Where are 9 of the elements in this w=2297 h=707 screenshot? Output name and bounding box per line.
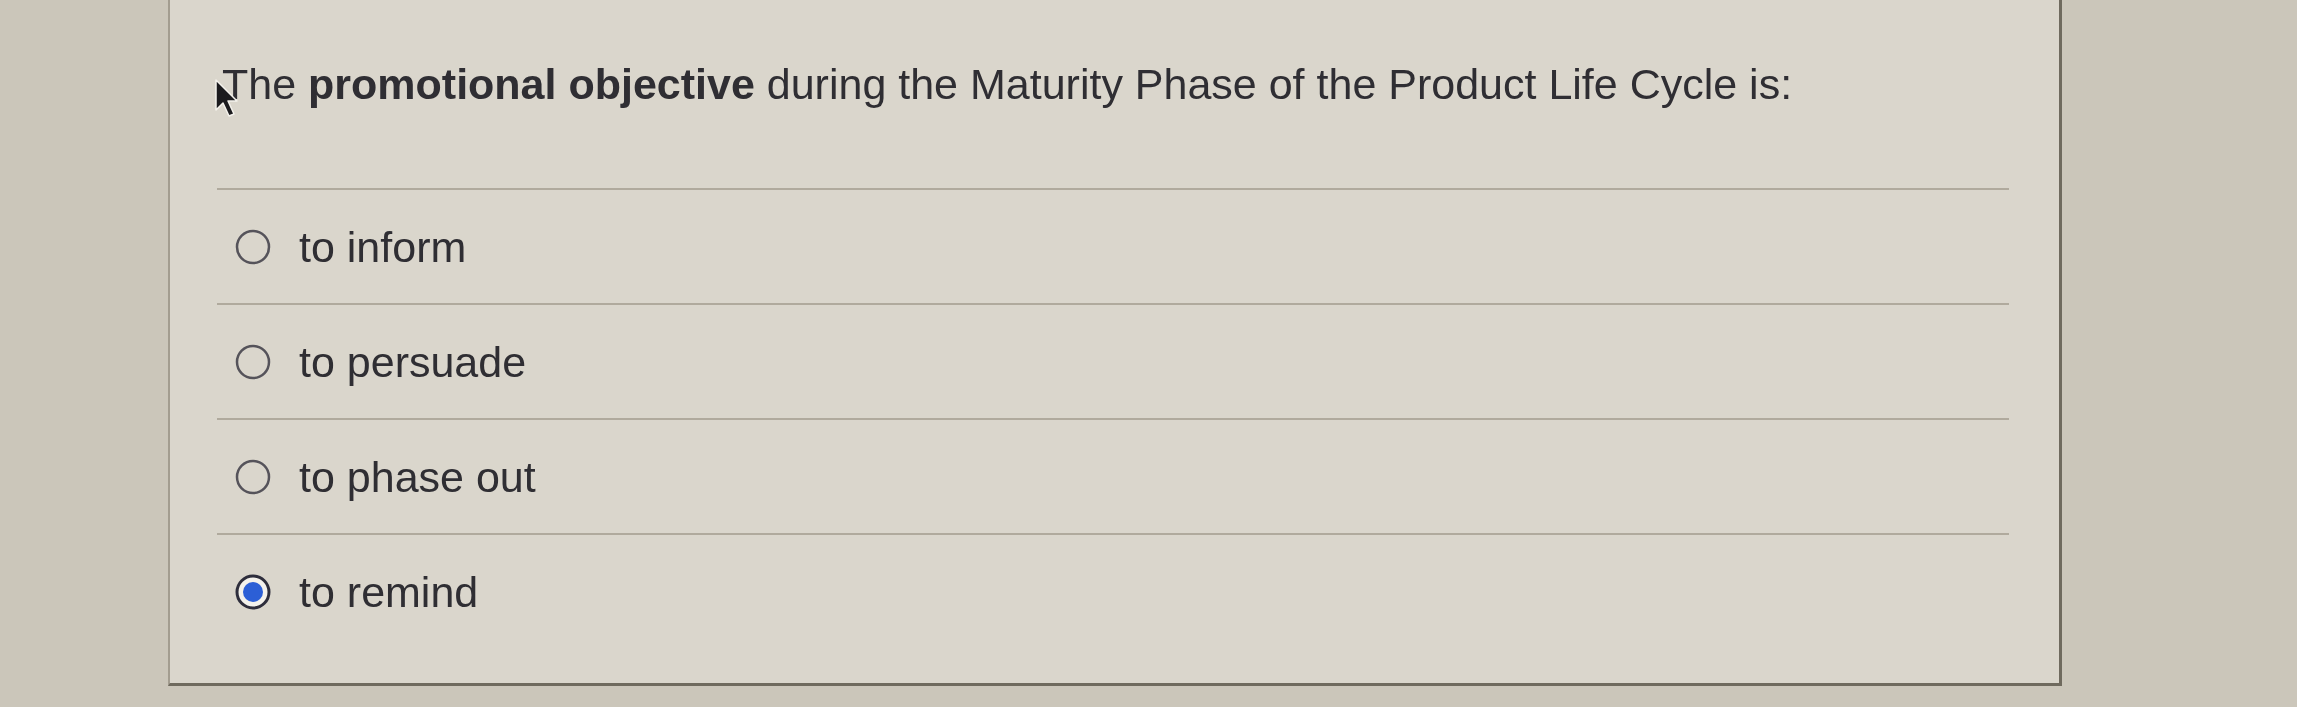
option-label[interactable]: to inform [299, 220, 467, 273]
option-label[interactable]: to remind [299, 565, 479, 618]
radio-button[interactable] [235, 573, 271, 610]
radio-button[interactable] [235, 458, 271, 495]
radio-button[interactable] [235, 228, 271, 265]
question-text: The promotional objective during the Maturity Phase of the Product Life Cycle is: [222, 60, 1793, 108]
option-label[interactable]: to persuade [299, 335, 527, 388]
radio-button[interactable] [235, 343, 271, 380]
option-label[interactable]: to phase out [299, 450, 536, 503]
